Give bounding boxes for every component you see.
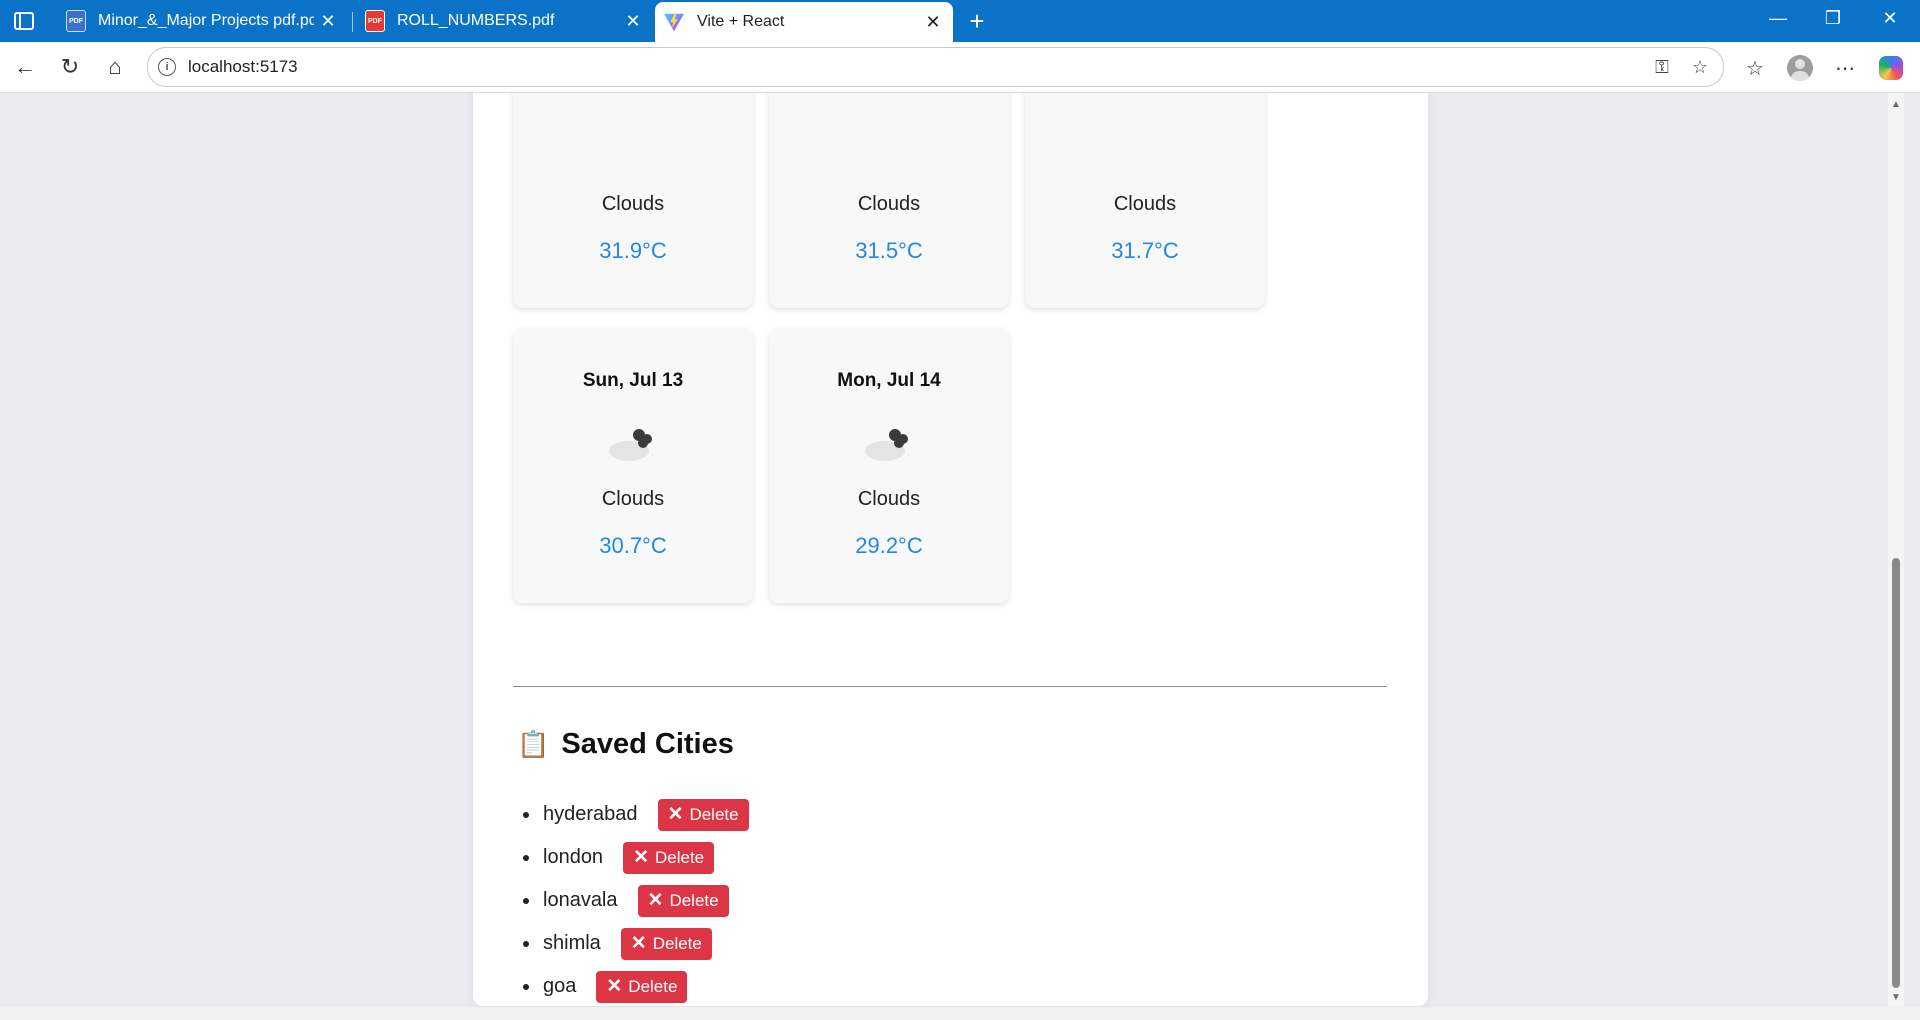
list-bullet xyxy=(523,940,529,947)
delete-label: Delete xyxy=(669,890,719,910)
copilot-logo xyxy=(1879,56,1903,80)
pdf-icon: PDF xyxy=(365,10,385,32)
reload-icon[interactable]: ↻ xyxy=(55,52,85,82)
scroll-down-arrow-icon[interactable]: ▼ xyxy=(1891,992,1901,1003)
vite-logo-icon xyxy=(663,12,685,32)
saved-city-item: goa ✕ Delete xyxy=(523,965,749,1007)
key-icon[interactable]: ⚿ xyxy=(1647,57,1677,78)
tab-vite-react[interactable]: Vite + React ✕ xyxy=(655,2,953,42)
clipboard-icon: 📋 xyxy=(517,729,550,759)
cross-icon: ✕ xyxy=(633,847,649,868)
tab-title: Minor_&_Major Projects pdf.pdf xyxy=(98,12,314,29)
saved-cities-heading: 📋 Saved Cities xyxy=(517,728,734,761)
forecast-description: Clouds xyxy=(857,193,921,215)
forecast-card: Clouds 31.7°C xyxy=(1025,93,1265,308)
forecast-card: Sun, Jul 13 Clouds 30.7°C xyxy=(513,328,753,603)
saved-city-item: london ✕ Delete xyxy=(523,836,749,879)
tab-title: Vite + React xyxy=(697,13,785,30)
saved-city-item: shimla ✕ Delete xyxy=(523,922,749,965)
delete-label: Delete xyxy=(689,804,739,824)
delete-label: Delete xyxy=(654,847,705,867)
cross-icon: ✕ xyxy=(667,804,684,825)
tab-actions-button[interactable] xyxy=(10,8,38,34)
cross-icon: ✕ xyxy=(606,976,623,997)
saved-city-item: hyderabad ✕ Delete xyxy=(523,793,749,836)
delete-button[interactable]: ✕ Delete xyxy=(623,841,715,874)
forecast-description: Clouds xyxy=(857,488,921,510)
list-bullet xyxy=(523,983,529,990)
forecast-temperature: 30.7°C xyxy=(599,533,667,558)
delete-button[interactable]: ✕ Delete xyxy=(620,927,712,960)
saved-cities-title: Saved Cities xyxy=(561,728,734,760)
forecast-card: Clouds 31.9°C xyxy=(513,93,753,308)
tab-separator xyxy=(352,12,353,32)
tab-bar: PDF Minor_&_Major Projects pdf.pdf ✕ PDF… xyxy=(0,0,1920,42)
saved-city-item: lonavala ✕ Delete xyxy=(523,879,749,922)
page-viewport: Clouds 31.9°C Clouds 31.5°C Clouds 31.7°… xyxy=(0,93,1888,1007)
back-icon[interactable]: ← xyxy=(10,52,40,82)
scroll-up-arrow-icon[interactable]: ▲ xyxy=(1891,99,1901,110)
saved-cities-list: hyderabad ✕ Delete london ✕ Delete lonaval… xyxy=(523,793,749,1007)
site-info-icon[interactable]: i xyxy=(158,58,176,76)
forecast-date: Sun, Jul 13 xyxy=(582,370,684,391)
close-icon[interactable]: ✕ xyxy=(919,12,947,33)
clouds-icon xyxy=(865,429,908,461)
tab-title: ROLL_NUMBERS.pdf xyxy=(397,12,555,29)
delete-button[interactable]: ✕ Delete xyxy=(637,884,729,917)
more-options-icon[interactable]: ⋯ xyxy=(1830,54,1860,82)
home-icon[interactable]: ⌂ xyxy=(100,52,130,82)
close-icon[interactable]: ✕ xyxy=(314,11,342,32)
forecast-description: Clouds xyxy=(1113,193,1177,215)
weather-app-card: Clouds 31.9°C Clouds 31.5°C Clouds 31.7°… xyxy=(473,93,1428,1006)
cross-icon: ✕ xyxy=(647,890,664,911)
window-bottom-edge xyxy=(0,1007,1920,1020)
city-name: london xyxy=(543,846,604,868)
clouds-icon xyxy=(609,429,652,461)
forecast-card: Clouds 31.5°C xyxy=(769,93,1009,308)
vertical-tabs-icon xyxy=(14,12,34,30)
forecast-temperature: 31.9°C xyxy=(599,238,667,263)
delete-label: Delete xyxy=(628,976,678,996)
delete-button[interactable]: ✕ Delete xyxy=(596,970,688,1003)
tab-roll-numbers[interactable]: PDF ROLL_NUMBERS.pdf ✕ xyxy=(355,4,653,38)
city-name: hyderabad xyxy=(543,803,638,825)
forecast-date: Mon, Jul 14 xyxy=(837,370,941,391)
forecast-description: Clouds xyxy=(601,193,665,215)
list-bullet xyxy=(523,854,529,861)
forecast-card: Mon, Jul 14 Clouds 29.2°C xyxy=(769,328,1009,603)
forecast-temperature: 31.7°C xyxy=(1111,238,1179,263)
forecast-temperature: 29.2°C xyxy=(855,533,923,558)
window-close-icon[interactable]: ✕ xyxy=(1870,8,1910,29)
scroll-thumb[interactable] xyxy=(1892,558,1900,988)
favorites-icon[interactable]: ☆ xyxy=(1740,54,1770,82)
vertical-scrollbar[interactable]: ▲ ▼ xyxy=(1888,93,1904,1007)
copilot-icon[interactable] xyxy=(1876,54,1906,82)
url-text[interactable]: localhost:5173 xyxy=(188,57,1647,77)
close-icon[interactable]: ✕ xyxy=(619,11,647,32)
list-bullet xyxy=(523,811,529,818)
city-name: shimla xyxy=(543,932,601,954)
navigation-bar: ← ↻ ⌂ i localhost:5173 ⚿ ☆ ☆ ⋯ xyxy=(0,42,1920,93)
star-icon[interactable]: ☆ xyxy=(1685,57,1715,78)
delete-button[interactable]: ✕ Delete xyxy=(657,798,749,831)
profile-button[interactable] xyxy=(1785,54,1815,82)
restore-icon[interactable]: ❐ xyxy=(1813,8,1853,29)
forecast-temperature: 31.5°C xyxy=(855,238,923,263)
new-tab-button[interactable]: + xyxy=(962,6,992,37)
city-name: goa xyxy=(543,975,577,997)
tab-minor-major-projects[interactable]: PDF Minor_&_Major Projects pdf.pdf ✕ xyxy=(56,4,348,38)
section-divider xyxy=(513,686,1387,687)
forecast-description: Clouds xyxy=(601,488,665,510)
address-bar[interactable]: i localhost:5173 ⚿ ☆ xyxy=(147,47,1724,87)
list-bullet xyxy=(523,897,529,904)
cross-icon: ✕ xyxy=(630,933,647,954)
delete-label: Delete xyxy=(652,933,702,953)
city-name: lonavala xyxy=(543,889,618,911)
avatar xyxy=(1787,55,1813,81)
minimize-icon[interactable]: — xyxy=(1758,8,1798,29)
pdf-icon: PDF xyxy=(66,10,86,32)
